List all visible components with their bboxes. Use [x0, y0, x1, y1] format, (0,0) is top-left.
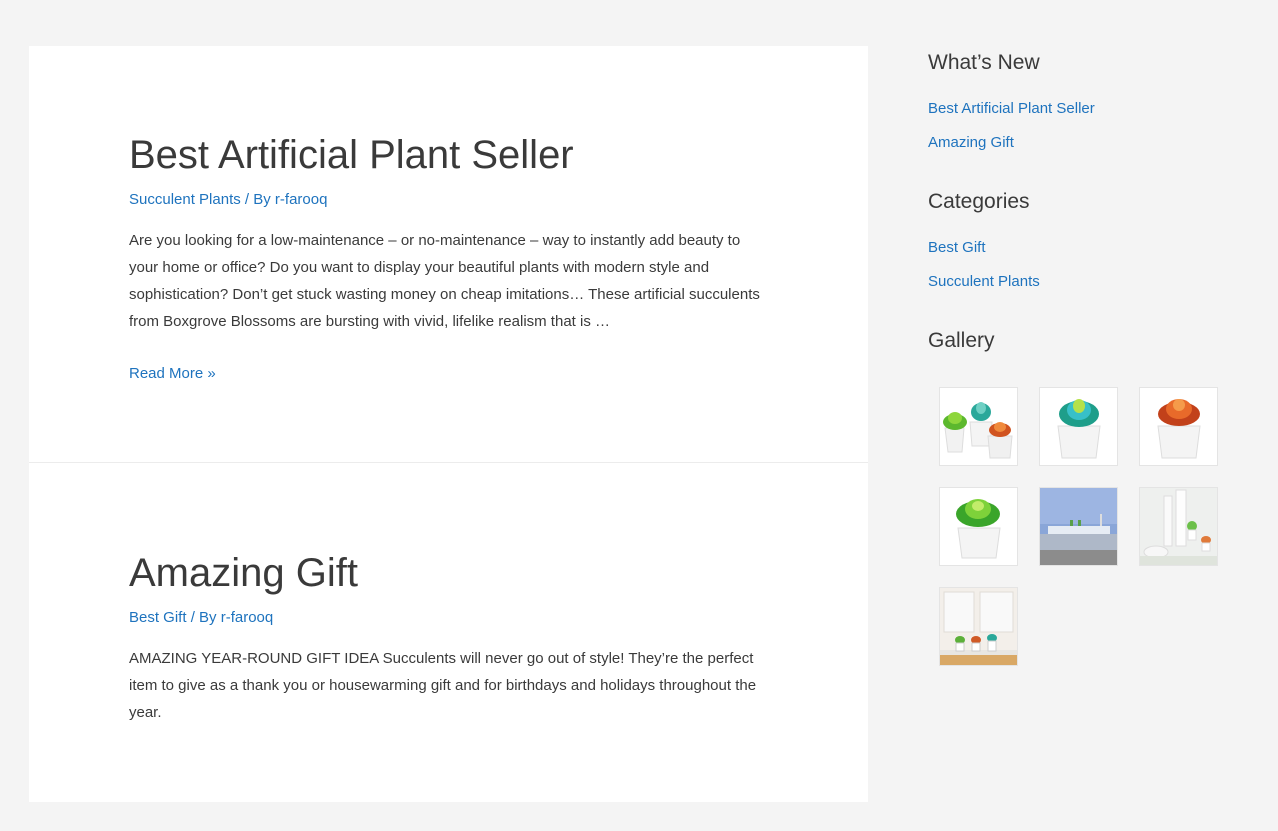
widget-title: What’s New: [928, 51, 1040, 74]
categories-widget: Categories Best Gift Succulent Plants: [928, 189, 1228, 292]
post-divider: [29, 462, 868, 463]
post-author-link[interactable]: r-farooq: [221, 609, 274, 626]
widget-title: Categories: [928, 190, 1030, 213]
three-succulents-image[interactable]: [939, 387, 1018, 466]
post-category-link[interactable]: Best Gift: [129, 609, 187, 626]
post-meta: Best Gift / By r-farooq: [129, 608, 769, 628]
list-item: Best Artificial Plant Seller: [928, 99, 1228, 119]
post-author-link[interactable]: r-farooq: [275, 191, 328, 208]
post-meta: Succulent Plants / By r-farooq: [129, 190, 769, 210]
post-excerpt: Are you looking for a low-maintenance – …: [129, 232, 760, 330]
list-item: Amazing Gift: [928, 133, 1228, 153]
post-excerpt: AMAZING YEAR-ROUND GIFT IDEA Succulents …: [129, 650, 757, 721]
list-item: Best Gift: [928, 238, 1228, 258]
whats-new-widget: What’s New Best Artificial Plant Seller …: [928, 50, 1228, 153]
post-category-link[interactable]: Succulent Plants: [129, 191, 241, 208]
main-content: Best Artificial Plant Seller Succulent P…: [29, 46, 868, 802]
whats-new-list: Best Artificial Plant Seller Amazing Gif…: [928, 99, 1228, 153]
gallery-grid: [939, 387, 1228, 666]
whats-new-link-2[interactable]: Amazing Gift: [928, 134, 1014, 151]
sidebar: What’s New Best Artificial Plant Seller …: [928, 50, 1228, 702]
windowsill-scene-image[interactable]: [939, 587, 1018, 666]
white-bath-scene-image[interactable]: [1139, 487, 1218, 566]
bathroom-scene-image[interactable]: [1039, 487, 1118, 566]
whats-new-link-1[interactable]: Best Artificial Plant Seller: [928, 100, 1095, 117]
category-link-best-gift[interactable]: Best Gift: [928, 239, 986, 256]
meta-separator: / By: [240, 191, 275, 208]
green-succulent-image[interactable]: [939, 487, 1018, 566]
post-title[interactable]: Amazing Gift: [129, 550, 769, 596]
blue-green-succulent-image[interactable]: [1039, 387, 1118, 466]
orange-succulent-image[interactable]: [1139, 387, 1218, 466]
post-best-artificial-plant-seller: Best Artificial Plant Seller Succulent P…: [129, 132, 769, 384]
widget-title: Gallery: [928, 329, 995, 352]
category-link-succulent-plants[interactable]: Succulent Plants: [928, 273, 1040, 290]
read-more-link[interactable]: Read More »: [129, 364, 216, 384]
list-item: Succulent Plants: [928, 272, 1228, 292]
categories-list: Best Gift Succulent Plants: [928, 238, 1228, 292]
gallery-widget: Gallery: [928, 328, 1228, 666]
meta-separator: / By: [186, 609, 221, 626]
post-amazing-gift: Amazing Gift Best Gift / By r-farooq AMA…: [129, 550, 769, 726]
post-title[interactable]: Best Artificial Plant Seller: [129, 132, 769, 178]
